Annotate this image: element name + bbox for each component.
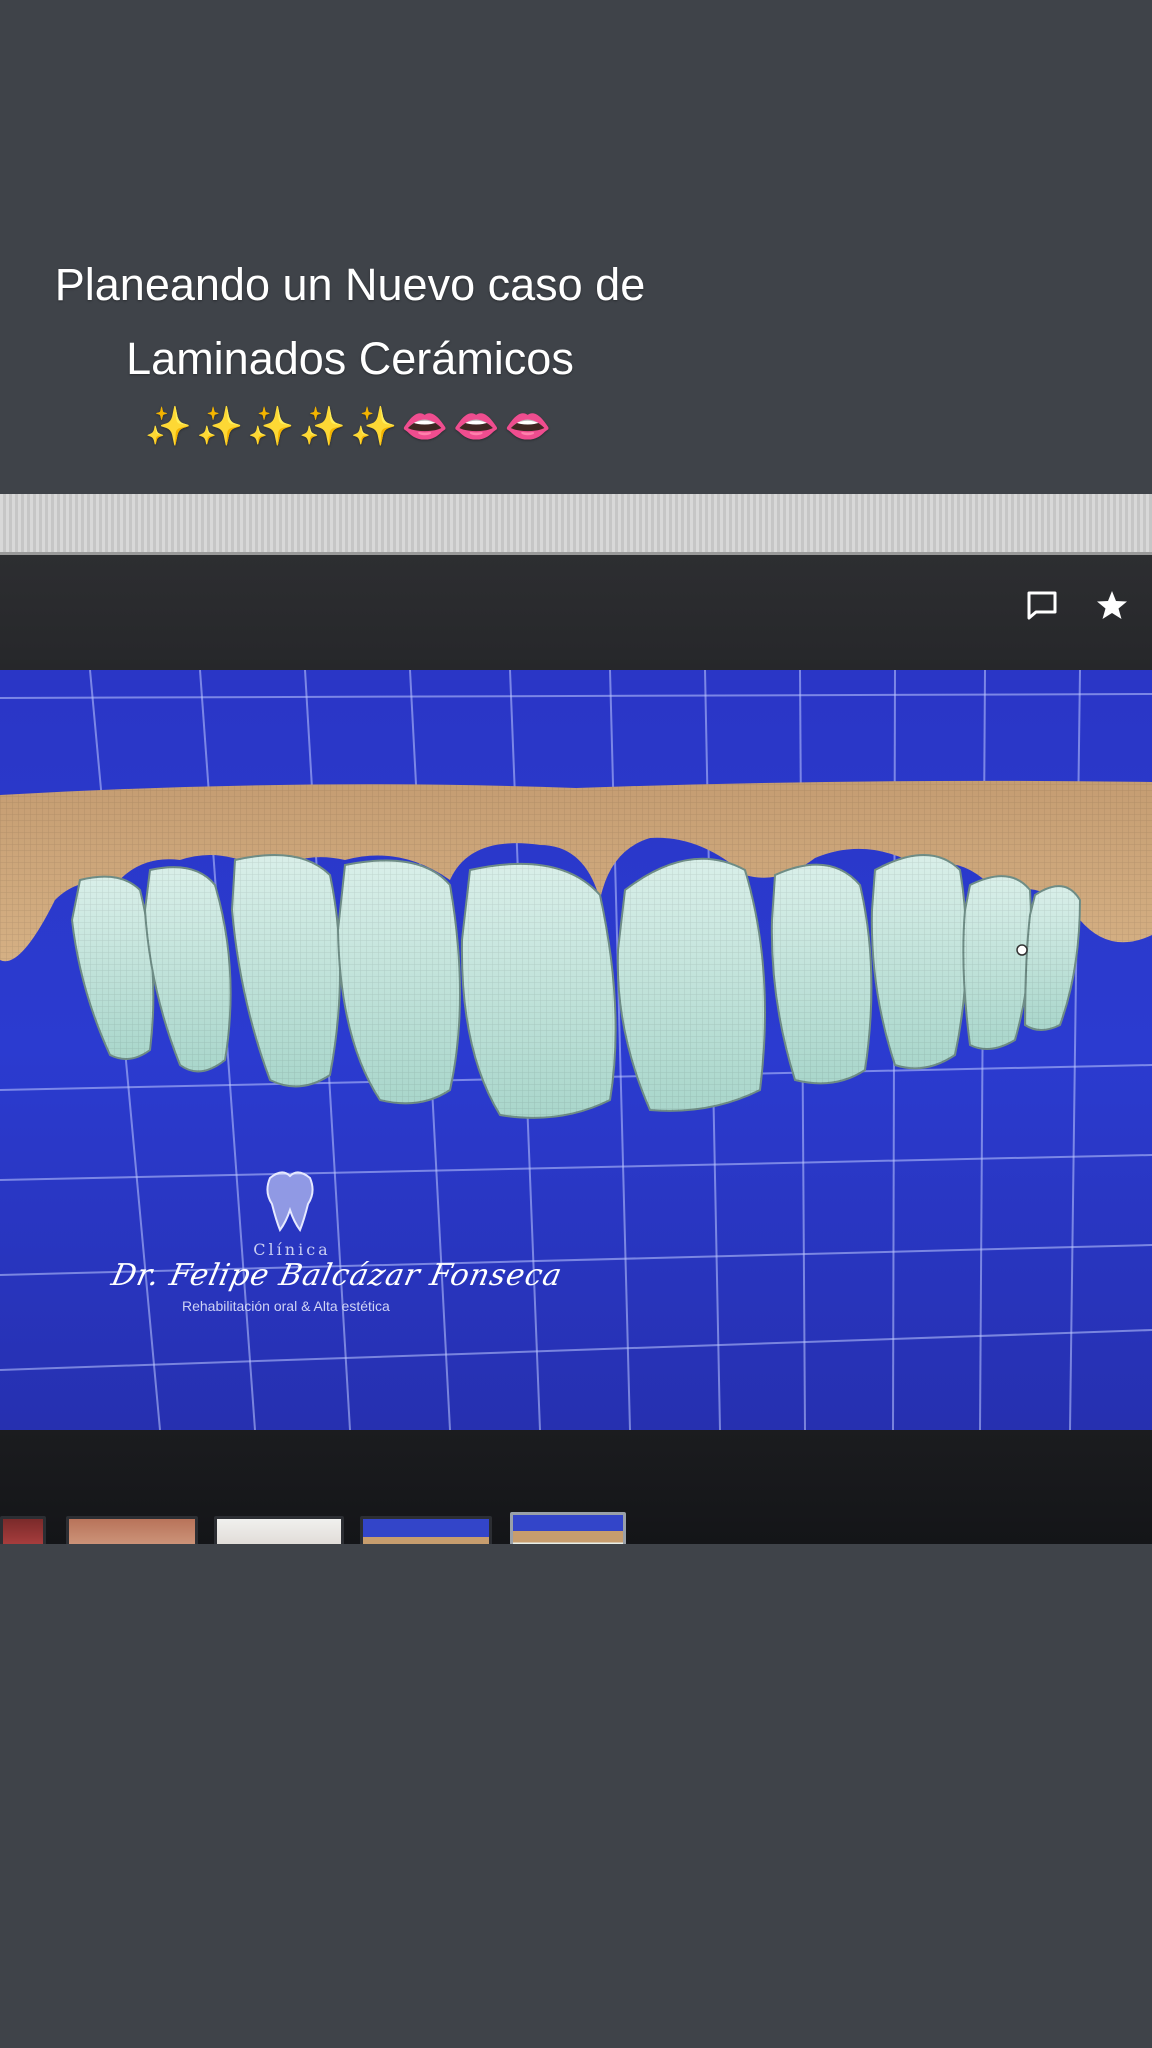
- dental-3d-viewport[interactable]: Clínica Dr. Felipe Balcázar Fonseca Reha…: [0, 670, 1152, 1430]
- teeth-mesh: [72, 855, 1080, 1118]
- sparkles-emoji: ✨✨✨✨✨: [144, 404, 402, 448]
- comment-icon[interactable]: [1022, 585, 1062, 625]
- thumbnail-strip: [0, 1430, 1152, 1544]
- thumbnail[interactable]: [360, 1516, 492, 1544]
- viewer-toolbar: [0, 555, 1152, 670]
- caption-line-1: Planeando un Nuevo caso de: [54, 259, 646, 310]
- clinic-label: Clínica: [253, 1240, 331, 1259]
- monitor-bezel: [0, 494, 1152, 555]
- clinic-watermark: Clínica Dr. Felipe Balcázar Fonseca Reha…: [108, 1168, 566, 1314]
- dental-model-render: [0, 670, 1152, 1430]
- star-icon[interactable]: [1092, 585, 1132, 625]
- cursor-marker: [1016, 944, 1028, 956]
- caption-line-2: Laminados Cerámicos: [126, 333, 574, 384]
- thumbnail[interactable]: [214, 1516, 344, 1544]
- thumbnail[interactable]: [0, 1516, 46, 1544]
- monitor-photo: Clínica Dr. Felipe Balcázar Fonseca Reha…: [0, 494, 1152, 1544]
- lips-emoji: 👄👄👄: [401, 404, 556, 448]
- thumbnail-selected[interactable]: [510, 1512, 626, 1544]
- tooth-logo-icon: [262, 1168, 318, 1232]
- story-caption: Planeando un Nuevo caso de Laminados Cer…: [40, 248, 660, 456]
- doctor-name: Dr. Felipe Balcázar Fonseca: [108, 1258, 566, 1293]
- caption-emoji-row: ✨✨✨✨✨👄👄👄: [40, 396, 660, 456]
- specialty-label: Rehabilitación oral & Alta estética: [182, 1298, 390, 1314]
- thumbnail[interactable]: [66, 1516, 198, 1544]
